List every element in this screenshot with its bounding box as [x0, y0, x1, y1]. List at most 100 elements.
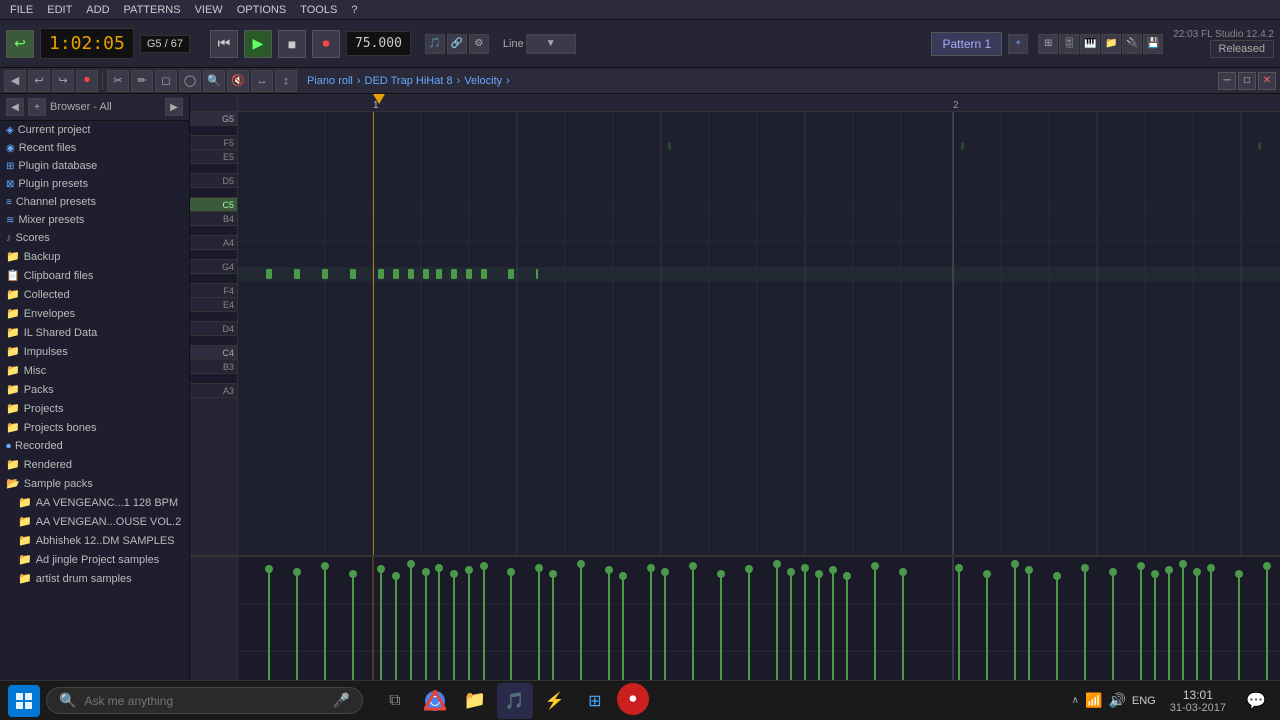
key-cs4[interactable]: [190, 336, 237, 346]
slip-tool[interactable]: ↔: [251, 70, 273, 92]
breadcrumb-instrument[interactable]: DED Trap HiHat 8: [365, 75, 453, 87]
key-as4[interactable]: [190, 226, 237, 236]
pencil-tool[interactable]: ✏: [131, 70, 153, 92]
velocity-canvas[interactable]: ◢: [238, 557, 1280, 700]
key-cs5[interactable]: [190, 188, 237, 198]
key-d4[interactable]: D4: [190, 322, 237, 336]
key-e5[interactable]: E5: [190, 150, 237, 164]
key-g5[interactable]: G5: [190, 112, 237, 126]
menu-view[interactable]: VIEW: [189, 2, 229, 18]
sidebar-item-projects[interactable]: 📁 Projects: [0, 399, 189, 418]
sidebar-item-abhishek[interactable]: 📁 Abhishek 12..DM SAMPLES: [0, 531, 189, 550]
notification-btn[interactable]: 💬: [1240, 685, 1272, 717]
sidebar-item-impulses[interactable]: 📁 Impulses: [0, 342, 189, 361]
sidebar-item-scores[interactable]: ♪ Scores: [0, 229, 189, 247]
sidebar-item-channel-presets[interactable]: ≡ Channel presets: [0, 193, 189, 211]
search-input[interactable]: [84, 694, 324, 708]
key-ds4[interactable]: [190, 312, 237, 322]
sidebar-item-ad-jingle[interactable]: 📁 Ad jingle Project samples: [0, 550, 189, 569]
key-f4[interactable]: F4: [190, 284, 237, 298]
breadcrumb-velocity[interactable]: Velocity: [464, 75, 502, 87]
paint-tool[interactable]: ◯: [179, 70, 201, 92]
key-e4[interactable]: E4: [190, 298, 237, 312]
menu-help[interactable]: ?: [345, 2, 363, 18]
play-btn[interactable]: ▶: [244, 30, 272, 58]
sidebar-back-btn[interactable]: ◀: [6, 98, 24, 116]
pattern-btn[interactable]: Pattern 1: [931, 32, 1002, 56]
stop-btn[interactable]: ■: [278, 30, 306, 58]
sidebar-item-recent-files[interactable]: ◉ Recent files: [0, 139, 189, 157]
key-b4[interactable]: B4: [190, 212, 237, 226]
tool-btn-2[interactable]: 🔗: [447, 34, 467, 54]
sidebar-item-il-shared-data[interactable]: 📁 IL Shared Data: [0, 323, 189, 342]
network-icon[interactable]: 📶: [1085, 692, 1102, 709]
taskbar-record-app[interactable]: ⏺: [617, 683, 649, 715]
search-bar[interactable]: 🔍 🎤: [46, 687, 363, 714]
key-fs4[interactable]: [190, 274, 237, 284]
key-g4[interactable]: G4: [190, 260, 237, 274]
expand-left[interactable]: ◀: [4, 70, 26, 92]
key-ds5[interactable]: [190, 164, 237, 174]
menu-file[interactable]: FILE: [4, 2, 39, 18]
key-a4[interactable]: A4: [190, 236, 237, 250]
sys-tray-expand[interactable]: ∧: [1072, 695, 1079, 706]
sidebar-item-aa-vengeanc2[interactable]: 📁 AA VENGEAN...OUSE VOL.2: [0, 512, 189, 531]
sidebar-item-clipboard-files[interactable]: 📋 Clipboard files: [0, 266, 189, 285]
key-f5[interactable]: F5: [190, 136, 237, 150]
close-btn[interactable]: ✕: [1258, 72, 1276, 90]
strum-tool[interactable]: ↕: [275, 70, 297, 92]
rewind-btn[interactable]: ⏮: [210, 30, 238, 58]
key-d5[interactable]: D5: [190, 174, 237, 188]
start-button[interactable]: [8, 685, 40, 717]
mixer-btn[interactable]: 🎚: [1059, 34, 1079, 54]
sidebar-item-plugin-database[interactable]: ⊞ Plugin database: [0, 157, 189, 175]
project-btn[interactable]: 💾: [1143, 34, 1163, 54]
sidebar-item-backup[interactable]: 📁 Backup: [0, 247, 189, 266]
menu-add[interactable]: ADD: [80, 2, 115, 18]
channel-rack-btn[interactable]: ⊞: [1038, 34, 1058, 54]
plugin-btn[interactable]: 🔌: [1122, 34, 1142, 54]
tempo-display[interactable]: 75.000: [346, 31, 411, 56]
menu-patterns[interactable]: PATTERNS: [118, 2, 187, 18]
taskbar-app4[interactable]: 🎵: [497, 683, 533, 719]
mic-icon[interactable]: 🎤: [332, 692, 349, 709]
pattern-add[interactable]: +: [1008, 34, 1028, 54]
piano-roll-btn[interactable]: 🎹: [1080, 34, 1100, 54]
sidebar-item-mixer-presets[interactable]: ≋ Mixer presets: [0, 211, 189, 229]
clock[interactable]: 13:01 31-03-2017: [1170, 688, 1226, 714]
sidebar-fwd-btn[interactable]: ▶: [165, 98, 183, 116]
sidebar-item-misc[interactable]: 📁 Misc: [0, 361, 189, 380]
maximize-btn[interactable]: □: [1238, 72, 1256, 90]
key-b3[interactable]: B3: [190, 360, 237, 374]
menu-options[interactable]: OPTIONS: [231, 2, 293, 18]
key-c5[interactable]: C5: [190, 198, 237, 212]
sidebar-item-collected[interactable]: 📁 Collected: [0, 285, 189, 304]
key-fs5[interactable]: [190, 126, 237, 136]
sidebar-item-recorded[interactable]: ⏺ Recorded: [0, 437, 189, 455]
key-gs4[interactable]: [190, 250, 237, 260]
taskbar-app6[interactable]: ⊞: [577, 683, 613, 719]
eraser-tool[interactable]: ◻: [155, 70, 177, 92]
taskbar-fl-studio[interactable]: ⚡: [537, 683, 573, 719]
key-a3[interactable]: A3: [190, 384, 237, 398]
menu-edit[interactable]: EDIT: [41, 2, 78, 18]
breadcrumb-piano-roll[interactable]: Piano roll: [307, 75, 353, 87]
record-btn[interactable]: ⏺: [312, 30, 340, 58]
sidebar-item-aa-vengeanc1[interactable]: 📁 AA VENGEANC...1 128 BPM: [0, 493, 189, 512]
taskbar-chrome[interactable]: [417, 683, 453, 719]
line-dropdown[interactable]: ▼: [526, 34, 576, 54]
taskbar-file-explorer[interactable]: 📁: [457, 683, 493, 719]
volume-icon[interactable]: 🔊: [1108, 692, 1125, 709]
sidebar-item-plugin-presets[interactable]: ⊠ Plugin presets: [0, 175, 189, 193]
sidebar-item-current-project[interactable]: ◈ Current project: [0, 121, 189, 139]
zoom-tool[interactable]: 🔍: [203, 70, 225, 92]
undo-btn[interactable]: ↩: [28, 70, 50, 92]
record2-btn[interactable]: ⏺: [76, 70, 98, 92]
sidebar-item-sample-packs[interactable]: 📂 Sample packs: [0, 474, 189, 493]
taskbar-task-view[interactable]: ⧉: [377, 683, 413, 719]
tool-btn-1[interactable]: 🎵: [425, 34, 445, 54]
key-as3[interactable]: [190, 374, 237, 384]
key-c4[interactable]: C4: [190, 346, 237, 360]
sidebar-item-rendered[interactable]: 📁 Rendered: [0, 455, 189, 474]
loop-btn[interactable]: ↩: [6, 30, 34, 58]
